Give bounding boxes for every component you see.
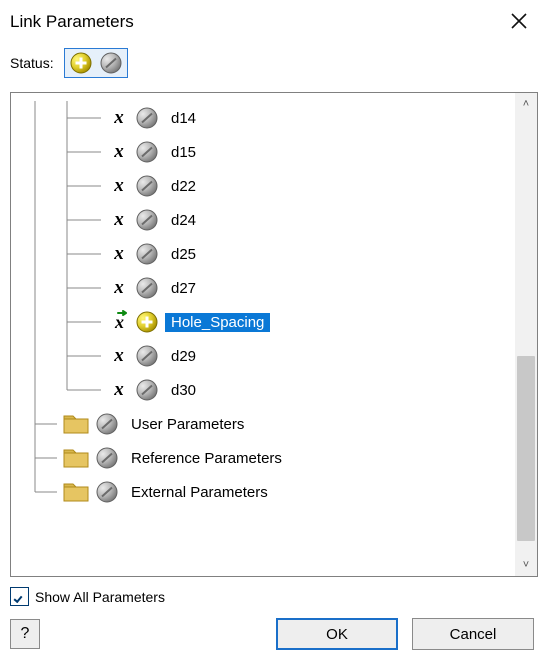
status-filter-group xyxy=(64,48,128,78)
param-driven-icon xyxy=(109,310,129,334)
param-x-icon: x xyxy=(109,141,129,163)
tree-param-row[interactable]: x d15 xyxy=(19,135,515,169)
param-label[interactable]: d25 xyxy=(165,245,202,264)
dialog-title: Link Parameters xyxy=(10,12,134,32)
param-x-icon: x xyxy=(109,243,129,265)
status-enabled-icon xyxy=(135,310,159,334)
status-disabled-icon xyxy=(135,242,159,266)
group-label[interactable]: External Parameters xyxy=(125,483,274,502)
folder-icon xyxy=(63,413,89,435)
close-icon[interactable] xyxy=(510,12,528,30)
tree-param-row[interactable]: x d22 xyxy=(19,169,515,203)
param-label[interactable]: d29 xyxy=(165,347,202,366)
tree-param-row[interactable]: x d25 xyxy=(19,237,515,271)
param-label[interactable]: d22 xyxy=(165,177,202,196)
status-disabled-icon xyxy=(135,276,159,300)
folder-icon xyxy=(63,447,89,469)
cancel-button[interactable]: Cancel xyxy=(412,618,534,650)
scroll-down-icon[interactable]: ˅ xyxy=(515,554,537,576)
param-x-icon: x xyxy=(109,345,129,367)
scroll-up-icon[interactable]: ˄ xyxy=(515,93,537,115)
group-label[interactable]: User Parameters xyxy=(125,415,250,434)
status-disabled-icon xyxy=(95,412,119,436)
status-disabled-icon xyxy=(135,174,159,198)
tree-param-row[interactable]: x d24 xyxy=(19,203,515,237)
status-filter-enabled-icon[interactable] xyxy=(66,50,96,76)
scroll-track[interactable] xyxy=(515,115,537,554)
param-x-icon: x xyxy=(109,175,129,197)
tree-param-row[interactable]: x d14 xyxy=(19,101,515,135)
status-disabled-icon xyxy=(95,480,119,504)
param-label[interactable]: d15 xyxy=(165,143,202,162)
status-disabled-icon xyxy=(135,344,159,368)
show-all-label: Show All Parameters xyxy=(35,589,165,605)
help-button[interactable]: ? xyxy=(10,619,40,649)
param-label[interactable]: d30 xyxy=(165,381,202,400)
status-disabled-icon xyxy=(135,140,159,164)
scrollbar[interactable]: ˄ ˅ xyxy=(515,93,537,576)
status-disabled-icon xyxy=(135,106,159,130)
tree-param-row[interactable]: x d27 xyxy=(19,271,515,305)
ok-button[interactable]: OK xyxy=(276,618,398,650)
tree-param-row[interactable]: x d29 xyxy=(19,339,515,373)
folder-icon xyxy=(63,481,89,503)
tree-group-row[interactable]: External Parameters xyxy=(19,475,515,509)
status-filter-disabled-icon[interactable] xyxy=(96,50,126,76)
status-disabled-icon xyxy=(135,208,159,232)
status-label: Status: xyxy=(10,55,54,71)
show-all-checkbox[interactable] xyxy=(10,587,29,606)
param-label[interactable]: d24 xyxy=(165,211,202,230)
tree-group-row[interactable]: User Parameters xyxy=(19,407,515,441)
group-label[interactable]: Reference Parameters xyxy=(125,449,288,468)
tree-group-row[interactable]: Reference Parameters xyxy=(19,441,515,475)
scroll-thumb[interactable] xyxy=(517,356,535,540)
param-x-icon: x xyxy=(109,379,129,401)
param-label[interactable]: Hole_Spacing xyxy=(165,313,270,332)
param-label[interactable]: d27 xyxy=(165,279,202,298)
tree-param-row[interactable]: Hole_Spacing xyxy=(19,305,515,339)
param-x-icon: x xyxy=(109,209,129,231)
param-label[interactable]: d14 xyxy=(165,109,202,128)
param-x-icon: x xyxy=(109,277,129,299)
parameter-tree: xd14xd15xd22xd24xd25xd27Hole_Spacingxd29… xyxy=(10,92,538,577)
param-x-icon: x xyxy=(109,107,129,129)
status-disabled-icon xyxy=(95,446,119,470)
status-disabled-icon xyxy=(135,378,159,402)
tree-param-row[interactable]: x d30 xyxy=(19,373,515,407)
